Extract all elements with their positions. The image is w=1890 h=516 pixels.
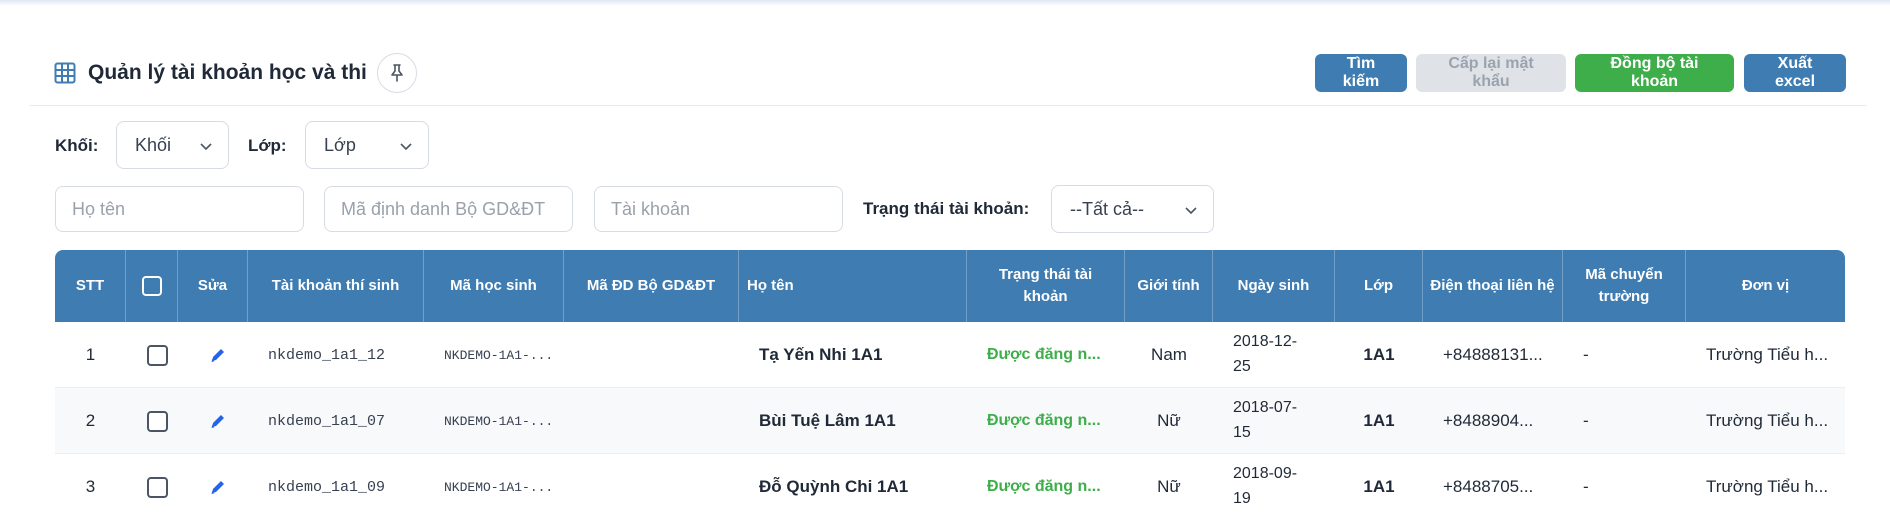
- cell-status: Được đăng n...: [987, 346, 1101, 363]
- cell-edit: [178, 388, 258, 454]
- grade-select-value: Khối: [135, 134, 172, 155]
- cell-account: nkdemo_1a1_07: [268, 412, 386, 430]
- dob-line1: 2018-07-: [1233, 399, 1298, 417]
- chevron-down-icon: [200, 143, 212, 151]
- col-unit: Đơn vị: [1741, 277, 1790, 295]
- cell-moet-code: [564, 454, 739, 516]
- cell-phone: +8488705...: [1443, 477, 1534, 496]
- class-select-value: Lớp: [324, 134, 356, 155]
- page-title: Quản lý tài khoản học và thi: [88, 61, 367, 84]
- col-transfer: Mã chuyển trường: [1563, 250, 1686, 322]
- cell-phone: +84888131...: [1443, 345, 1543, 364]
- cell-unit: Trường Tiểu h...: [1706, 345, 1829, 364]
- class-label: Lớp:: [248, 136, 287, 155]
- top-shadow: [0, 0, 1890, 6]
- page-header: Quản lý tài khoản học và thi Tìm kiếm Cấ…: [30, 52, 1890, 106]
- grid-table-icon: [54, 62, 76, 84]
- cell-edit: [178, 454, 258, 516]
- status-filter-value: --Tất cả--: [1070, 198, 1144, 219]
- cell-gender: Nữ: [1157, 477, 1181, 496]
- chevron-down-icon: [1185, 207, 1197, 215]
- cell-moet-code: [564, 322, 739, 388]
- cell-phone: +8488904...: [1443, 411, 1534, 430]
- cell-moet-code: [564, 388, 739, 454]
- header-divider: [30, 105, 1866, 106]
- cell-name: Tạ Yến Nhi 1A1: [759, 345, 883, 364]
- status-filter-select[interactable]: --Tất cả--: [1051, 185, 1214, 233]
- cell-stt: 1: [85, 345, 96, 364]
- cell-transfer: -: [1583, 345, 1589, 364]
- pencil-icon[interactable]: [208, 345, 228, 365]
- accounts-table: STT Sửa Tài khoản thí sinh Mã học sinh M…: [55, 250, 1845, 516]
- cell-class: 1A1: [1363, 345, 1395, 364]
- pin-button[interactable]: [376, 53, 417, 93]
- col-status: Trạng thái tài khoản: [967, 250, 1125, 322]
- table-row[interactable]: 1 nkdemo_1a1_12 NKDEMO-1A1-... Tạ Yến Nh…: [55, 322, 1845, 388]
- cell-gender: Nam: [1151, 345, 1187, 364]
- dob-line1: 2018-09-: [1233, 465, 1298, 483]
- pencil-icon[interactable]: [208, 477, 228, 497]
- cell-transfer: -: [1583, 411, 1589, 430]
- search-button[interactable]: Tìm kiếm: [1315, 54, 1407, 92]
- pin-icon: [391, 64, 403, 82]
- cell-edit: [178, 322, 258, 388]
- status-filter-label: Trạng thái tài khoản:: [863, 199, 1030, 218]
- col-account: Tài khoản thí sinh: [248, 250, 424, 322]
- cell-unit: Trường Tiểu h...: [1706, 411, 1829, 430]
- grade-select[interactable]: Khối: [116, 121, 229, 169]
- col-student-code: Mã học sinh: [424, 250, 564, 322]
- cell-stt: 3: [85, 477, 96, 496]
- cell-unit: Trường Tiểu h...: [1706, 477, 1829, 496]
- grade-label: Khối:: [55, 136, 99, 155]
- cell-transfer: -: [1583, 477, 1589, 496]
- cell-dob: 2018-12- 25: [1233, 322, 1335, 388]
- reset-password-button[interactable]: Cấp lại mật khẩu: [1416, 54, 1566, 92]
- col-moet-code: Mã ĐD Bộ GD&ĐT: [564, 250, 739, 322]
- dob-line2: 19: [1233, 490, 1251, 507]
- cell-class: 1A1: [1363, 411, 1395, 430]
- table-row[interactable]: 3 nkdemo_1a1_09 NKDEMO-1A1-... Đỗ Quỳnh …: [55, 454, 1845, 516]
- chevron-down-icon: [400, 143, 412, 151]
- row-checkbox[interactable]: [146, 476, 168, 498]
- cell-class: 1A1: [1363, 477, 1395, 496]
- cell-gender: Nữ: [1157, 411, 1181, 430]
- name-search-input[interactable]: [55, 186, 304, 232]
- cell-student-code: NKDEMO-1A1-...: [444, 347, 554, 363]
- cell-dob: 2018-07- 15: [1233, 388, 1335, 454]
- col-edit: Sửa: [178, 250, 248, 322]
- col-select-all: [126, 250, 178, 322]
- col-dob: Ngày sinh: [1213, 250, 1335, 322]
- col-stt: STT: [55, 250, 126, 322]
- dob-line2: 15: [1233, 424, 1251, 441]
- sync-accounts-button[interactable]: Đồng bộ tài khoản: [1575, 54, 1734, 92]
- cell-account: nkdemo_1a1_12: [268, 346, 386, 364]
- account-search-input[interactable]: [594, 186, 843, 232]
- dob-line2: 25: [1233, 358, 1251, 375]
- table-header: STT Sửa Tài khoản thí sinh Mã học sinh M…: [55, 250, 1845, 322]
- cell-status: Được đăng n...: [987, 412, 1101, 429]
- cell-student-code: NKDEMO-1A1-...: [444, 413, 554, 429]
- cell-name: Bùi Tuệ Lâm 1A1: [759, 411, 896, 430]
- col-name: Họ tên: [739, 250, 967, 322]
- title-area: Quản lý tài khoản học và thi: [54, 52, 417, 94]
- moet-id-search-input[interactable]: [324, 186, 573, 232]
- cell-name: Đỗ Quỳnh Chi 1A1: [759, 477, 909, 496]
- export-excel-button[interactable]: Xuất excel: [1744, 54, 1846, 92]
- row-checkbox[interactable]: [146, 410, 168, 432]
- cell-stt: 2: [85, 411, 96, 430]
- class-select[interactable]: Lớp: [305, 121, 429, 169]
- col-gender: Giới tính: [1125, 250, 1213, 322]
- col-phone: Điện thoại liên hệ: [1423, 250, 1563, 322]
- row-checkbox[interactable]: [146, 344, 168, 366]
- pencil-icon[interactable]: [208, 411, 228, 431]
- select-all-checkbox[interactable]: [141, 276, 162, 296]
- cell-dob: 2018-09- 19: [1233, 454, 1335, 516]
- cell-account: nkdemo_1a1_09: [268, 478, 386, 496]
- dob-line1: 2018-12-: [1233, 333, 1298, 351]
- cell-status: Được đăng n...: [987, 478, 1101, 495]
- col-class: Lớp: [1335, 250, 1423, 322]
- table-row[interactable]: 2 nkdemo_1a1_07 NKDEMO-1A1-... Bùi Tuệ L…: [55, 388, 1845, 454]
- cell-student-code: NKDEMO-1A1-...: [444, 479, 554, 495]
